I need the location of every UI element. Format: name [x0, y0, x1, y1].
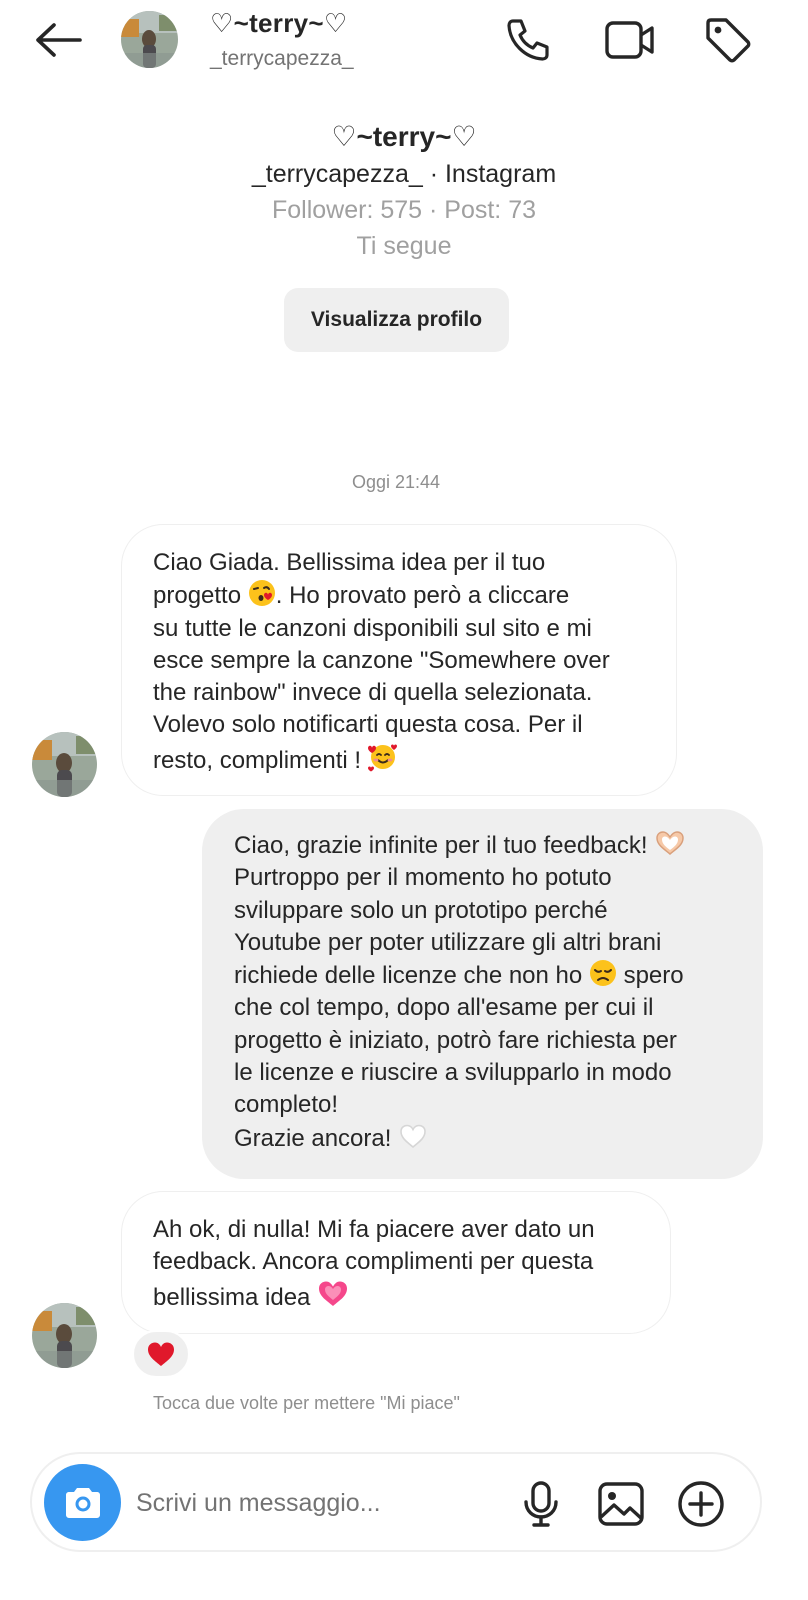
- call-button[interactable]: [502, 14, 554, 66]
- sender-avatar[interactable]: [32, 732, 97, 797]
- message-bubble-incoming[interactable]: Ah ok, di nulla! Mi fa piacere aver dato…: [121, 1191, 671, 1334]
- message-reaction[interactable]: [132, 1330, 190, 1378]
- camera-button[interactable]: [44, 1464, 121, 1541]
- smiling-hearts-emoji-icon: [367, 744, 397, 772]
- header-username[interactable]: _terrycapezza_: [210, 47, 354, 71]
- kiss-emoji-icon: [248, 580, 275, 607]
- tag-button[interactable]: [702, 14, 754, 66]
- header-name[interactable]: ♡~terry~♡: [210, 8, 348, 39]
- heart-icon: [148, 1342, 174, 1366]
- profile-stats: Follower: 575 · Post: 73: [271, 196, 536, 224]
- plus-circle-icon: [678, 1481, 724, 1527]
- thread-timestamp: Oggi 21:44: [351, 472, 441, 492]
- message-text: Ciao, grazie infinite per il tuo feedbac…: [234, 832, 655, 859]
- follow-status: Ti segue: [356, 232, 452, 260]
- microphone-icon: [524, 1481, 558, 1527]
- video-call-button[interactable]: [604, 14, 656, 66]
- gallery-icon: [598, 1482, 644, 1526]
- voice-message-button[interactable]: [517, 1480, 565, 1528]
- heart-hands-emoji-icon: [656, 831, 684, 855]
- message-bubble-incoming[interactable]: Ciao Giada. Bellissima idea per il tuo p…: [121, 524, 677, 796]
- profile-name: ♡~terry~♡: [331, 121, 477, 152]
- message-text: Ah ok, di nulla! Mi fa piacere aver dato…: [153, 1216, 595, 1311]
- growing-heart-emoji-icon: [319, 1281, 348, 1306]
- back-button[interactable]: [30, 18, 86, 62]
- sender-avatar[interactable]: [32, 1303, 97, 1368]
- message-composer: [30, 1452, 762, 1552]
- like-hint: Tocca due volte per mettere "Mi piace": [153, 1393, 460, 1413]
- phone-icon: [507, 19, 549, 61]
- profile-summary: ♡~terry~♡ _terrycapezza_ · Instagram Fol…: [0, 118, 808, 264]
- profile-subtitle: _terrycapezza_ · Instagram: [251, 160, 557, 188]
- camera-icon: [65, 1487, 100, 1518]
- message-text: spero che col tempo, dopo all'esame per …: [234, 962, 684, 1152]
- white-heart-emoji-icon: [400, 1124, 426, 1148]
- chat-header: ♡~terry~♡ _terrycapezza_: [0, 0, 808, 88]
- tag-icon: [706, 18, 751, 63]
- message-input[interactable]: [136, 1482, 496, 1524]
- message-bubble-outgoing[interactable]: Ciao, grazie infinite per il tuo feedbac…: [202, 809, 763, 1179]
- gallery-button[interactable]: [597, 1480, 645, 1528]
- more-options-button[interactable]: [677, 1480, 725, 1528]
- avatar[interactable]: [121, 11, 178, 68]
- video-camera-icon: [605, 21, 654, 59]
- disappointed-emoji-icon: [589, 960, 616, 987]
- back-arrow-icon: [36, 23, 82, 57]
- view-profile-button[interactable]: Visualizza profilo: [284, 288, 509, 352]
